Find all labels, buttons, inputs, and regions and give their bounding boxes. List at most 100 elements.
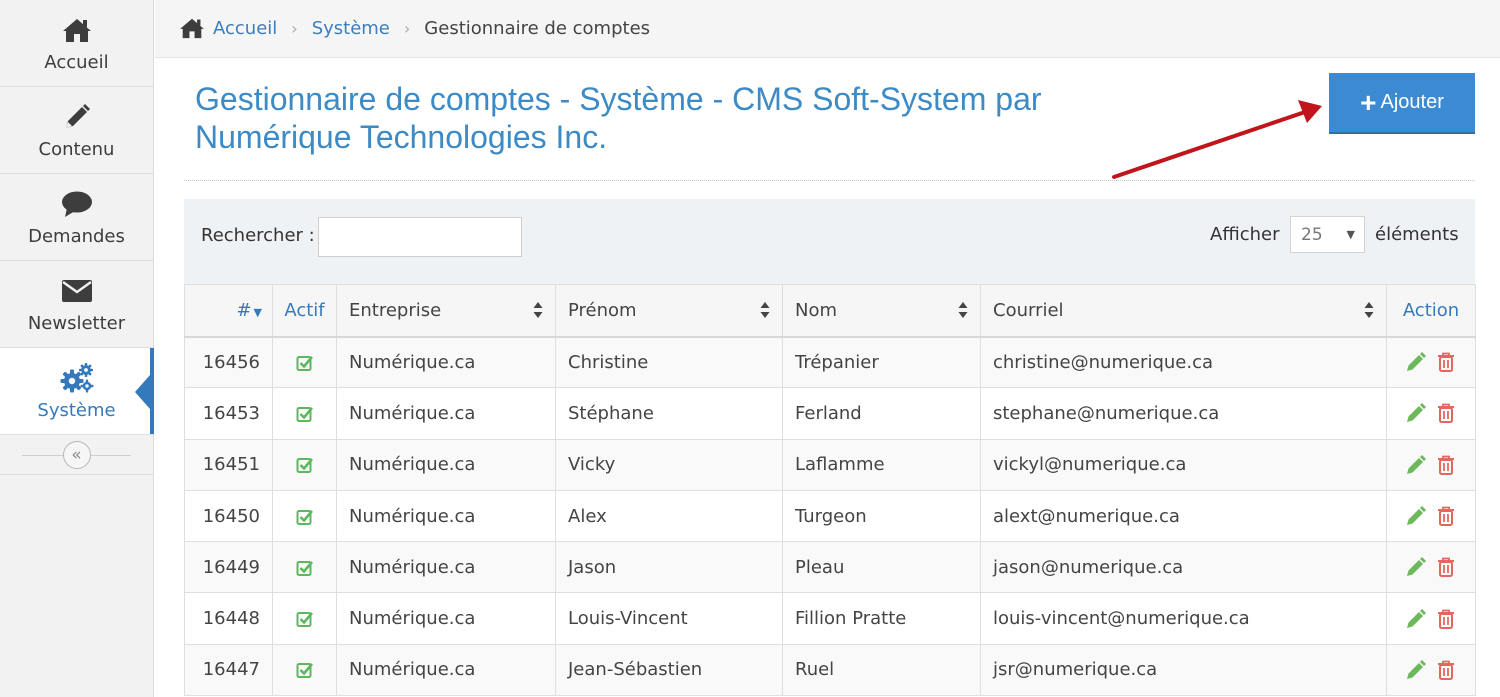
trash-icon[interactable] [1435, 608, 1457, 630]
cell-action [1386, 489, 1476, 543]
cell-id: 16456 [184, 335, 273, 389]
cell-last-name: Ferland [782, 387, 981, 440]
title-divider [184, 180, 1475, 181]
breadcrumb: Accueil › Système › Gestionnaire de comp… [155, 0, 1500, 58]
cell-last-name: Pleau [782, 541, 981, 594]
sidebar-item-label: Newsletter [27, 312, 126, 334]
edit-icon[interactable] [1405, 402, 1427, 424]
column-header-id[interactable]: # ▼ [184, 284, 273, 338]
page-size-value: 25 [1301, 224, 1323, 245]
sidebar-item-newsletter[interactable]: Newsletter [0, 261, 153, 348]
edit-icon[interactable] [1405, 608, 1427, 630]
sidebar-item-systeme[interactable]: Système [0, 348, 154, 435]
sidebar-item-label: Contenu [38, 138, 115, 160]
column-header-first-name[interactable]: Prénom [555, 284, 783, 338]
sort-icon [760, 302, 770, 318]
table-row: 16449 Numérique.ca Jason Pleau jason@numeriq… [184, 541, 1476, 594]
column-header-last-name[interactable]: Nom [782, 284, 981, 338]
cell-active [272, 541, 337, 594]
envelope-icon [60, 275, 94, 307]
column-header-action: Action [1386, 284, 1476, 338]
accounts-table: # ▼ Actif Entreprise Prénom Nom Courriel … [184, 284, 1476, 697]
column-header-company[interactable]: Entreprise [336, 284, 556, 338]
cell-email: louis-vincent@numerique.ca [980, 592, 1387, 645]
column-header-active[interactable]: Actif [272, 284, 337, 338]
cell-email: jason@numerique.ca [980, 541, 1387, 594]
cell-company: Numérique.ca [336, 643, 556, 697]
trash-icon[interactable] [1435, 351, 1457, 373]
trash-icon[interactable] [1435, 402, 1457, 424]
sidebar: Accueil Contenu Demandes Newsletter Syst… [0, 0, 154, 697]
cell-last-name: Trépanier [782, 335, 981, 389]
cell-company: Numérique.ca [336, 335, 556, 389]
home-icon[interactable] [179, 17, 205, 41]
cell-last-name: Ruel [782, 643, 981, 697]
cell-action [1386, 438, 1476, 491]
pencil-icon [60, 101, 94, 133]
cell-first-name: Jean-Sébastien [555, 643, 783, 697]
trash-icon[interactable] [1435, 556, 1457, 578]
table-row: 16448 Numérique.ca Louis-Vincent Fillion Pr… [184, 592, 1476, 645]
cell-email: stephane@numerique.ca [980, 387, 1387, 440]
breadcrumb-separator: › [403, 19, 411, 38]
add-button-label: Ajouter [1380, 91, 1444, 113]
cell-email: alext@numerique.ca [980, 489, 1387, 543]
cell-active [272, 438, 337, 491]
cell-action [1386, 541, 1476, 594]
edit-icon[interactable] [1405, 659, 1427, 681]
cell-active [272, 643, 337, 697]
checked-icon [296, 352, 314, 373]
cell-action [1386, 335, 1476, 389]
cell-email: christine@numerique.ca [980, 335, 1387, 389]
trash-icon[interactable] [1435, 454, 1457, 476]
search-label: Rechercher : [201, 225, 315, 246]
sort-desc-icon: ▼ [253, 305, 262, 319]
sidebar-item-contenu[interactable]: Contenu [0, 87, 153, 174]
cell-action [1386, 387, 1476, 440]
annotation-arrow-icon [1112, 100, 1322, 179]
table-controls: Rechercher : Afficher 25 ▼ éléments [184, 199, 1475, 285]
trash-icon[interactable] [1435, 505, 1457, 527]
elements-label: éléments [1375, 224, 1459, 245]
table-row: 16447 Numérique.ca Jean-Sébastien Ruel jsr@n… [184, 643, 1476, 697]
edit-icon[interactable] [1405, 454, 1427, 476]
sidebar-item-label: Système [37, 399, 116, 421]
cell-active [272, 387, 337, 440]
cell-last-name: Fillion Pratte [782, 592, 981, 645]
sidebar-item-demandes[interactable]: Demandes [0, 174, 153, 261]
cell-id: 16449 [184, 541, 273, 594]
collapse-sidebar-button[interactable]: « [62, 440, 91, 469]
show-label: Afficher [1210, 224, 1280, 245]
page-title: Gestionnaire de comptes - Système - CMS … [195, 81, 1042, 155]
table-row: 16456 Numérique.ca Christine Trépanier chris… [184, 335, 1476, 389]
checked-icon [296, 403, 314, 424]
add-button[interactable]: + Ajouter [1329, 73, 1475, 134]
edit-icon[interactable] [1405, 556, 1427, 578]
gears-icon [60, 362, 94, 394]
cell-id: 16447 [184, 643, 273, 697]
cell-id: 16450 [184, 489, 273, 543]
column-header-email[interactable]: Courriel [980, 284, 1387, 338]
search-input[interactable] [318, 217, 522, 257]
cell-company: Numérique.ca [336, 489, 556, 543]
cell-email: vickyl@numerique.ca [980, 438, 1387, 491]
breadcrumb-link-systeme[interactable]: Système [312, 18, 390, 39]
cell-first-name: Jason [555, 541, 783, 594]
cell-action [1386, 643, 1476, 697]
cell-first-name: Louis-Vincent [555, 592, 783, 645]
cell-company: Numérique.ca [336, 592, 556, 645]
sort-icon [958, 302, 968, 318]
edit-icon[interactable] [1405, 505, 1427, 527]
cell-active [272, 489, 337, 543]
sidebar-item-accueil[interactable]: Accueil [0, 0, 153, 87]
checked-icon [296, 454, 314, 475]
page-size-select[interactable]: 25 ▼ [1290, 216, 1365, 253]
trash-icon[interactable] [1435, 659, 1457, 681]
edit-icon[interactable] [1405, 351, 1427, 373]
breadcrumb-link-accueil[interactable]: Accueil [213, 18, 277, 39]
cell-active [272, 592, 337, 645]
cell-last-name: Turgeon [782, 489, 981, 543]
cell-company: Numérique.ca [336, 438, 556, 491]
cell-action [1386, 592, 1476, 645]
sort-icon [533, 302, 543, 318]
